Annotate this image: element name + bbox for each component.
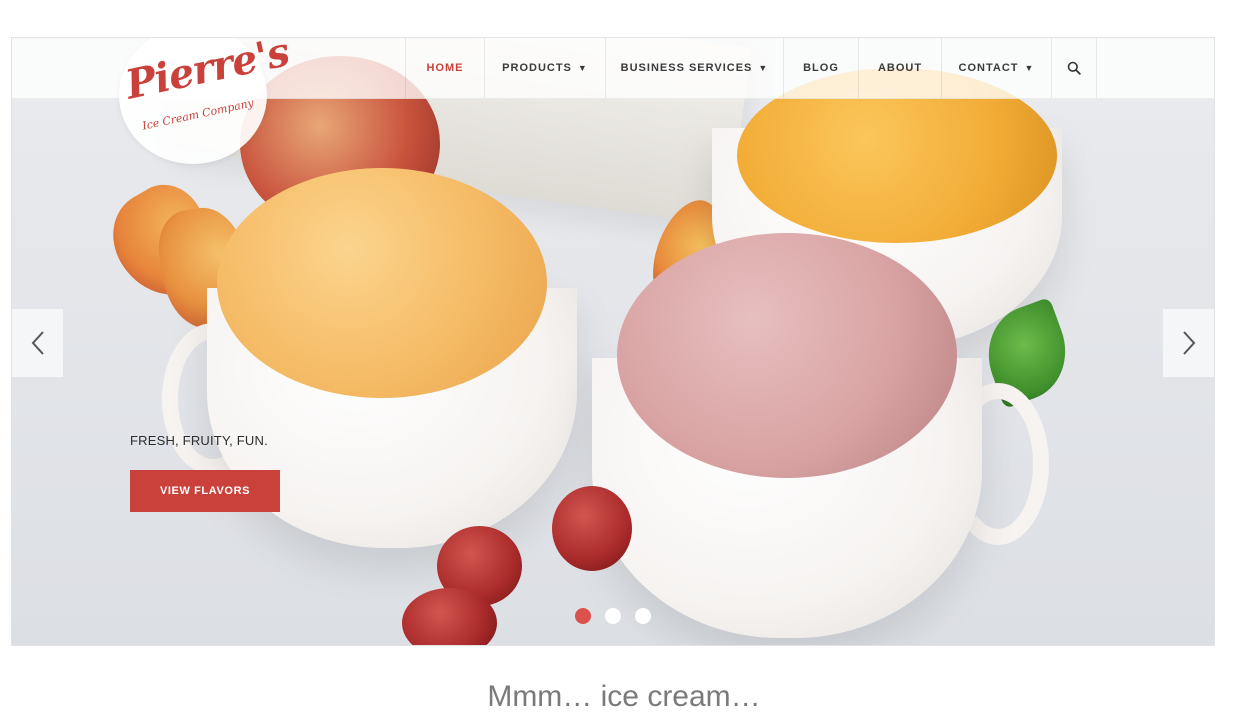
chevron-left-icon [31,331,44,355]
nav-item-about[interactable]: ABOUT [858,38,941,98]
nav-item-label: PRODUCTS [502,62,572,74]
carousel-dot[interactable] [605,608,621,624]
search-button[interactable] [1051,38,1097,98]
nav-item-contact[interactable]: CONTACT ▼ [941,38,1051,98]
caret-down-icon: ▼ [758,63,769,73]
nav-menu: HOME PRODUCTS ▼ BUSINESS SERVICES ▼ BLOG… [405,38,1097,98]
nav-item-label: BLOG [803,62,839,74]
nav-item-label: BUSINESS SERVICES [620,62,753,74]
carousel-dot[interactable] [575,608,591,624]
ice-cream-scoop-image [617,233,957,478]
hero-caption: FRESH, FRUITY, FUN. [130,433,268,448]
nav-item-business-services[interactable]: BUSINESS SERVICES ▼ [605,38,783,98]
carousel-dots [575,608,651,624]
raspberry-image [552,486,632,571]
nav-item-home[interactable]: HOME [405,38,484,98]
caret-down-icon: ▼ [577,63,588,73]
nav-item-products[interactable]: PRODUCTS ▼ [484,38,605,98]
nav-item-label: CONTACT [958,62,1019,74]
hero-carousel: HOME PRODUCTS ▼ BUSINESS SERVICES ▼ BLOG… [11,37,1215,646]
ice-cream-scoop-image [217,168,547,398]
nav-item-blog[interactable]: BLOG [783,38,858,98]
image-caption: Mmm… ice cream… [487,680,761,713]
view-flavors-button[interactable]: VIEW FLAVORS [130,470,280,512]
chevron-right-icon [1182,331,1195,355]
carousel-next-button[interactable] [1163,309,1214,377]
caret-down-icon: ▼ [1024,63,1035,73]
carousel-dot[interactable] [635,608,651,624]
nav-item-label: HOME [426,62,464,74]
page: HOME PRODUCTS ▼ BUSINESS SERVICES ▼ BLOG… [0,0,1248,720]
search-icon [1067,61,1081,75]
nav-item-label: ABOUT [877,62,923,74]
carousel-prev-button[interactable] [12,309,63,377]
